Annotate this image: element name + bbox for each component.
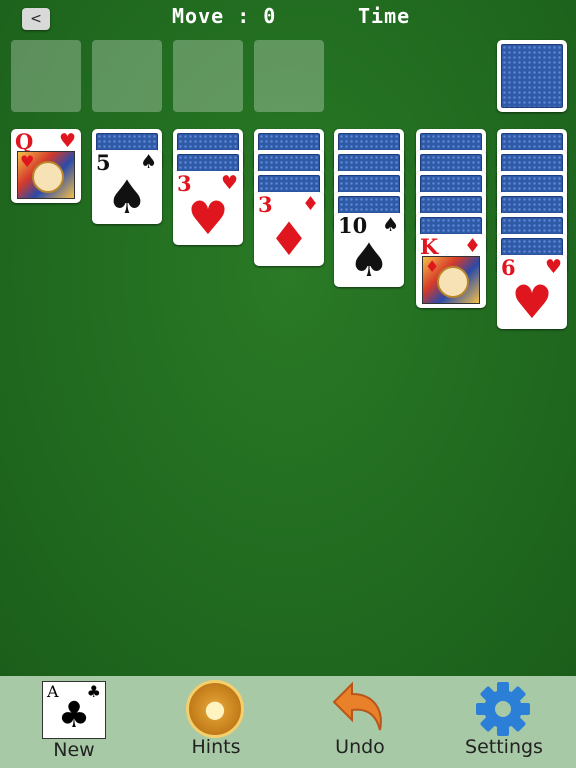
foundation-slot-2[interactable] bbox=[92, 40, 162, 112]
lightbulb-icon: ● bbox=[186, 680, 244, 738]
move-counter: Move : 0 bbox=[172, 4, 277, 28]
ace-of-clubs-icon: A ♣ ♣ bbox=[42, 681, 106, 739]
chevron-left-icon: < bbox=[30, 11, 42, 27]
card-5-spades[interactable]: 5 ♠ ♠ bbox=[92, 150, 162, 224]
card-6-hearts[interactable]: 6 ♥ ♥ bbox=[497, 255, 567, 329]
card-king-diamonds[interactable]: K ♦ ♦ bbox=[416, 234, 486, 308]
diamond-icon: ♦ bbox=[425, 257, 440, 276]
spade-icon: ♠ bbox=[106, 170, 148, 224]
queen-portrait: ♥ bbox=[17, 151, 75, 199]
card-queen-hearts[interactable]: Q ♥ ♥ bbox=[11, 129, 81, 203]
bottom-toolbar: A ♣ ♣ New ● Hints Undo Settings bbox=[0, 676, 576, 768]
timer-label: Time bbox=[358, 4, 411, 28]
new-game-button[interactable]: A ♣ ♣ New bbox=[0, 676, 148, 768]
foundation-slot-1[interactable] bbox=[11, 40, 81, 112]
settings-button[interactable]: Settings bbox=[432, 676, 576, 768]
spade-icon: ♠ bbox=[348, 233, 390, 287]
king-portrait: ♦ bbox=[422, 256, 480, 304]
card-3-diamonds[interactable]: 3 ♦ ♦ bbox=[254, 192, 324, 266]
foundation-slot-4[interactable] bbox=[254, 40, 324, 112]
hints-button[interactable]: ● Hints bbox=[144, 676, 288, 768]
new-label: New bbox=[53, 739, 95, 761]
heart-icon: ♥ bbox=[20, 152, 35, 171]
heart-icon: ♥ bbox=[58, 130, 76, 152]
stock-pile[interactable] bbox=[497, 40, 567, 112]
foundation-slot-3[interactable] bbox=[173, 40, 243, 112]
heart-icon: ♥ bbox=[511, 275, 553, 329]
heart-icon: ♥ bbox=[187, 191, 229, 245]
card-3-hearts[interactable]: 3 ♥ ♥ bbox=[173, 171, 243, 245]
undo-button[interactable]: Undo bbox=[288, 676, 432, 768]
hints-label: Hints bbox=[191, 736, 241, 758]
settings-label: Settings bbox=[465, 736, 543, 758]
diamond-icon: ♦ bbox=[463, 235, 481, 257]
undo-label: Undo bbox=[335, 736, 385, 758]
undo-arrow-icon bbox=[332, 681, 382, 731]
diamond-icon: ♦ bbox=[268, 212, 310, 266]
card-10-spades[interactable]: 10 ♠ ♠ bbox=[334, 213, 404, 287]
back-button[interactable]: < bbox=[22, 8, 50, 30]
gear-icon bbox=[476, 682, 530, 736]
